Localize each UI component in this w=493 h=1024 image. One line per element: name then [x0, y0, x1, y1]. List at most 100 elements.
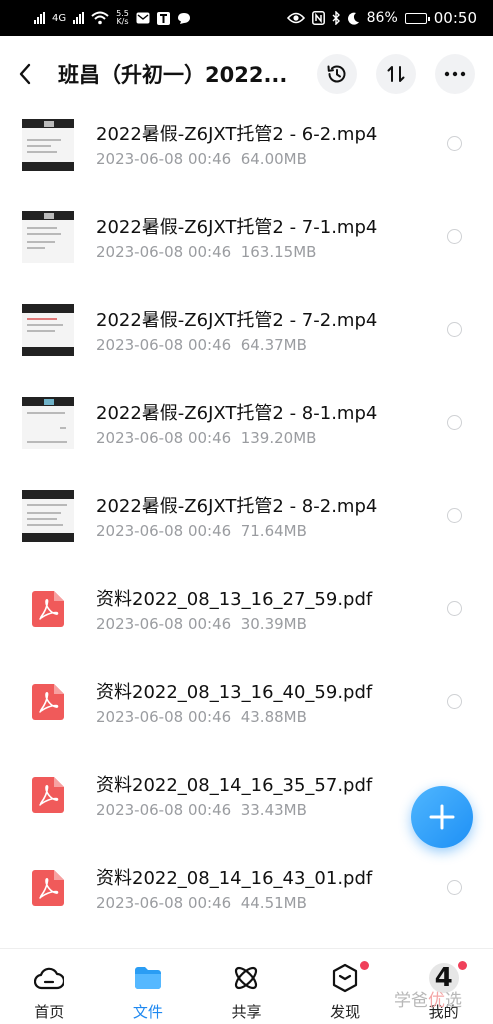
page-title: 班昌（升初一）2022... — [58, 63, 288, 87]
battery-percent: 86% — [366, 10, 398, 26]
nfc-icon — [311, 11, 325, 25]
history-icon — [327, 65, 346, 83]
file-name: 2022暑假-Z6JXT托管2 - 8-1.mp4 — [96, 403, 378, 424]
file-date: 2023-06-08 00:46 — [96, 801, 232, 819]
list-item[interactable]: 资料2022_08_13_16_40_59.pdf 2023-06-08 00:… — [0, 656, 493, 749]
file-meta: 2023-06-08 00:46 64.37MB — [96, 336, 307, 354]
list-item[interactable]: 2022暑假-Z6JXT托管2 - 7-1.mp4 2023-06-08 00:… — [0, 191, 493, 284]
clock: 00:50 — [433, 9, 477, 27]
file-size: 43.88MB — [240, 708, 307, 726]
file-name: 2022暑假-Z6JXT托管2 - 8-2.mp4 — [96, 496, 378, 517]
nav-discover[interactable]: 发现 — [296, 949, 395, 1024]
file-date: 2023-06-08 00:46 — [96, 243, 232, 261]
file-meta: 2023-06-08 00:46 71.64MB — [96, 522, 307, 540]
pdf-icon — [32, 684, 64, 720]
notification-dot — [458, 961, 468, 970]
folder-icon — [133, 963, 163, 993]
file-date: 2023-06-08 00:46 — [96, 708, 232, 726]
file-name: 2022暑假-Z6JXT托管2 - 7-1.mp4 — [96, 217, 378, 238]
file-date: 2023-06-08 00:46 — [96, 150, 232, 168]
file-name: 资料2022_08_14_16_35_57.pdf — [96, 775, 373, 796]
nav-home[interactable]: 首页 — [0, 949, 99, 1024]
list-item[interactable]: 2022暑假-Z6JXT托管2 - 6-2.mp4 2023-06-08 00:… — [0, 98, 493, 191]
file-meta: 2023-06-08 00:46 64.00MB — [96, 150, 307, 168]
file-date: 2023-06-08 00:46 — [96, 615, 232, 633]
nav-label: 共享 — [231, 1003, 262, 1021]
net-speed-unit: K/s — [116, 17, 129, 26]
file-meta: 2023-06-08 00:46 43.88MB — [96, 708, 307, 726]
pdf-icon — [32, 777, 64, 813]
select-radio[interactable] — [447, 229, 462, 244]
share-atom-icon — [231, 963, 261, 993]
header-actions — [317, 54, 475, 94]
file-name: 资料2022_08_13_16_40_59.pdf — [96, 682, 373, 703]
select-radio[interactable] — [447, 880, 462, 895]
watermark: 学爸优选 — [394, 986, 462, 1011]
pdf-icon — [32, 870, 64, 906]
more-button[interactable] — [435, 54, 475, 94]
app-t-icon — [156, 11, 170, 25]
file-meta: 2023-06-08 00:46 163.15MB — [96, 243, 316, 261]
more-dots-icon — [444, 71, 466, 77]
select-radio[interactable] — [447, 694, 462, 709]
list-item[interactable]: 资料2022_08_14_16_43_01.pdf 2023-06-08 00:… — [0, 842, 493, 935]
pdf-icon — [32, 591, 64, 627]
status-bar: 4G 5.5 K/s 86% 00:50 — [0, 0, 493, 36]
sort-button[interactable] — [376, 54, 416, 94]
network-type: 4G — [52, 12, 67, 24]
sort-icon — [387, 66, 405, 82]
file-size: 64.37MB — [240, 336, 307, 354]
eye-icon — [286, 12, 305, 24]
notification-dot — [359, 961, 369, 970]
file-meta: 2023-06-08 00:46 33.43MB — [96, 801, 307, 819]
video-thumbnail — [22, 397, 74, 449]
file-date: 2023-06-08 00:46 — [96, 894, 232, 912]
add-fab-button[interactable] — [411, 786, 473, 848]
watermark-text-c: 选 — [445, 991, 462, 1011]
moon-icon — [347, 12, 359, 25]
list-item[interactable]: 资料2022_08_13_16_27_59.pdf 2023-06-08 00:… — [0, 563, 493, 656]
file-size: 139.20MB — [240, 429, 317, 447]
video-thumbnail — [22, 211, 74, 263]
nav-label: 发现 — [330, 1003, 361, 1021]
bluetooth-icon — [332, 11, 340, 25]
select-radio[interactable] — [447, 136, 462, 151]
select-radio[interactable] — [447, 508, 462, 523]
signal-icon — [34, 12, 45, 24]
net-speed: 5.5 K/s — [116, 10, 129, 26]
nav-files[interactable]: 文件 — [99, 949, 198, 1024]
file-meta: 2023-06-08 00:46 139.20MB — [96, 429, 316, 447]
select-radio[interactable] — [447, 415, 462, 430]
discover-cube-icon — [330, 963, 360, 993]
plus-icon — [429, 804, 455, 830]
watermark-text-b: 优 — [428, 991, 445, 1011]
file-meta: 2023-06-08 00:46 30.39MB — [96, 615, 307, 633]
video-thumbnail — [22, 490, 74, 542]
file-size: 33.43MB — [240, 801, 307, 819]
watermark-text-a: 学爸 — [394, 991, 428, 1011]
file-date: 2023-06-08 00:46 — [96, 336, 232, 354]
video-thumbnail — [22, 119, 74, 171]
nav-label: 文件 — [132, 1003, 163, 1021]
list-item[interactable]: 2022暑假-Z6JXT托管2 - 8-2.mp4 2023-06-08 00:… — [0, 470, 493, 563]
battery-icon — [404, 12, 430, 24]
nav-share[interactable]: 共享 — [197, 949, 296, 1024]
list-item[interactable]: 2022暑假-Z6JXT托管2 - 8-1.mp4 2023-06-08 00:… — [0, 377, 493, 470]
mail-icon — [136, 12, 150, 24]
select-radio[interactable] — [447, 322, 462, 337]
status-right: 86% 00:50 — [286, 9, 477, 27]
file-size: 64.00MB — [240, 150, 307, 168]
file-name: 资料2022_08_14_16_43_01.pdf — [96, 868, 373, 889]
select-radio[interactable] — [447, 601, 462, 616]
video-thumbnail — [22, 304, 74, 356]
file-name: 2022暑假-Z6JXT托管2 - 7-2.mp4 — [96, 310, 378, 331]
file-name: 2022暑假-Z6JXT托管2 - 6-2.mp4 — [96, 124, 378, 145]
file-date: 2023-06-08 00:46 — [96, 429, 232, 447]
status-left: 4G 5.5 K/s — [34, 10, 191, 26]
list-item[interactable]: 2022暑假-Z6JXT托管2 - 7-2.mp4 2023-06-08 00:… — [0, 284, 493, 377]
history-button[interactable] — [317, 54, 357, 94]
cloud-home-icon — [34, 963, 65, 993]
file-name: 资料2022_08_13_16_27_59.pdf — [96, 589, 373, 610]
back-button[interactable] — [18, 54, 48, 94]
file-size: 44.51MB — [240, 894, 307, 912]
